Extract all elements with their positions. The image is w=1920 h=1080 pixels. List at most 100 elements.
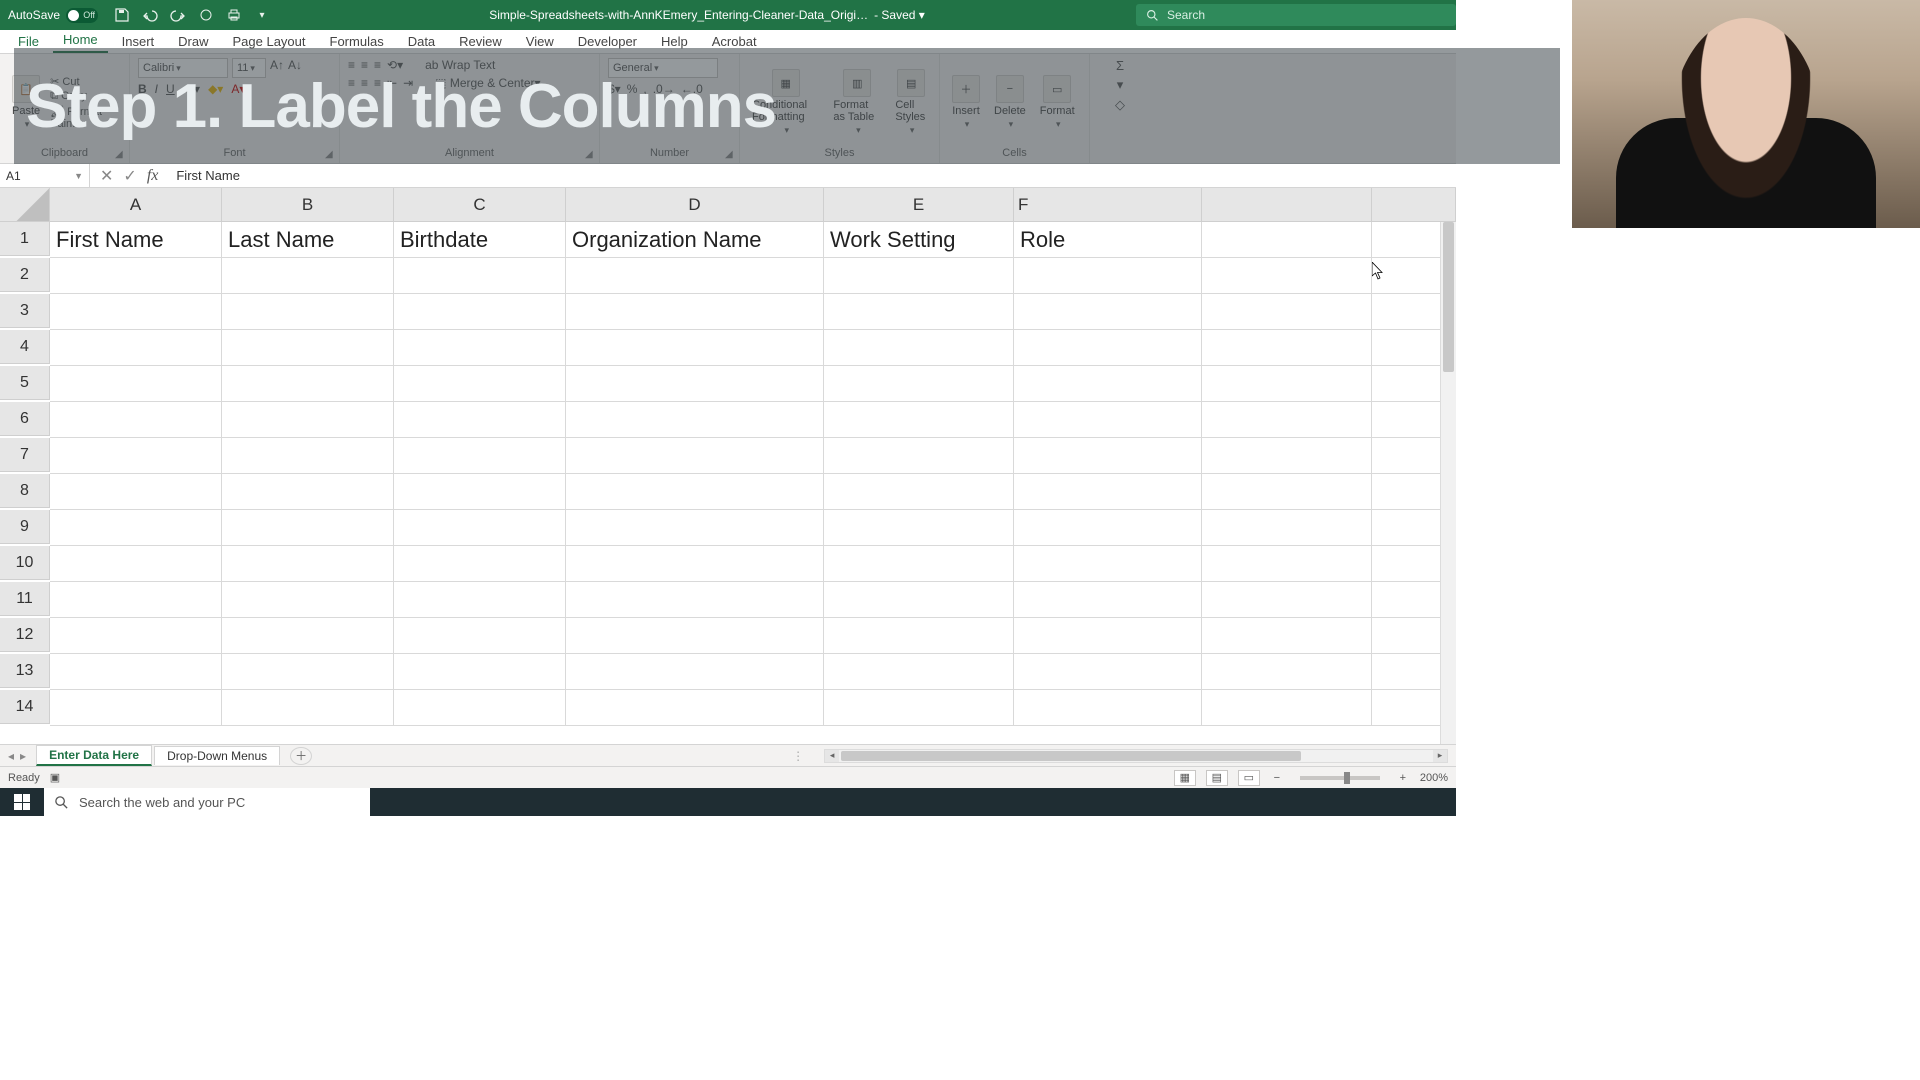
cell-F1[interactable]: Role [1014, 222, 1202, 258]
tab-data[interactable]: Data [398, 31, 445, 53]
tab-acrobat[interactable]: Acrobat [702, 31, 767, 53]
undo-icon[interactable] [142, 7, 158, 23]
cell-A9[interactable] [50, 510, 222, 546]
zoom-slider[interactable] [1300, 776, 1380, 780]
cell-E12[interactable] [824, 618, 1014, 654]
autosave-toggle[interactable]: AutoSave Off [0, 8, 106, 23]
fill-color-button[interactable]: ◆▾ [208, 82, 223, 96]
cell-C8[interactable] [394, 474, 566, 510]
cell-A6[interactable] [50, 402, 222, 438]
normal-view-button[interactable]: ▦ [1174, 770, 1196, 786]
cell-B7[interactable] [222, 438, 394, 474]
cell-A8[interactable] [50, 474, 222, 510]
cell-F5[interactable] [1014, 366, 1202, 402]
cell-E14[interactable] [824, 690, 1014, 726]
tab-developer[interactable]: Developer [568, 31, 647, 53]
sheet-nav-prev-icon[interactable]: ◂ [8, 749, 14, 763]
number-format-combo[interactable]: General▾ [608, 58, 718, 78]
cell-E1[interactable]: Work Setting [824, 222, 1014, 258]
tab-home[interactable]: Home [53, 29, 108, 53]
row-header-9[interactable]: 9 [0, 510, 50, 544]
cell-B8[interactable] [222, 474, 394, 510]
cell-F9[interactable] [1014, 510, 1202, 546]
row-header-5[interactable]: 5 [0, 366, 50, 400]
cell-D11[interactable] [566, 582, 824, 618]
cell-A7[interactable] [50, 438, 222, 474]
align-center-icon[interactable]: ≡ [361, 76, 368, 90]
cut-button[interactable]: ✂ Cut [50, 75, 121, 88]
cell-B9[interactable] [222, 510, 394, 546]
cell-B3[interactable] [222, 294, 394, 330]
cell-A5[interactable] [50, 366, 222, 402]
cell-C7[interactable] [394, 438, 566, 474]
align-left-icon[interactable]: ≡ [348, 76, 355, 90]
increase-font-icon[interactable]: A↑ [270, 58, 284, 78]
cell-D3[interactable] [566, 294, 824, 330]
font-size-combo[interactable]: 11▾ [232, 58, 266, 78]
tab-help[interactable]: Help [651, 31, 698, 53]
align-top-icon[interactable]: ≡ [348, 58, 355, 72]
column-header-E[interactable]: E [824, 188, 1014, 222]
decrease-font-icon[interactable]: A↓ [288, 58, 302, 78]
cell-B4[interactable] [222, 330, 394, 366]
macro-record-icon[interactable]: ▣ [50, 771, 60, 784]
cell-overflow-7[interactable] [1202, 438, 1372, 474]
column-header-D[interactable]: D [566, 188, 824, 222]
row-header-6[interactable]: 6 [0, 402, 50, 436]
row-header-14[interactable]: 14 [0, 690, 50, 724]
cell-F4[interactable] [1014, 330, 1202, 366]
row-header-2[interactable]: 2 [0, 258, 50, 292]
start-button[interactable] [0, 788, 44, 816]
saved-indicator[interactable]: - Saved ▾ [874, 8, 925, 22]
add-sheet-button[interactable]: ＋ [290, 747, 312, 765]
cell-F10[interactable] [1014, 546, 1202, 582]
cell-B6[interactable] [222, 402, 394, 438]
search-box[interactable]: Search [1136, 4, 1456, 26]
align-bottom-icon[interactable]: ≡ [374, 58, 381, 72]
cell-B5[interactable] [222, 366, 394, 402]
cell-overflow-5[interactable] [1202, 366, 1372, 402]
cell-overflow-14[interactable] [1202, 690, 1372, 726]
accounting-format-icon[interactable]: $▾ [608, 82, 621, 96]
comma-format-icon[interactable]: , [643, 82, 646, 96]
enter-formula-icon[interactable]: ✓ [123, 166, 136, 186]
formula-input[interactable]: First Name [168, 168, 1456, 183]
row-header-11[interactable]: 11 [0, 582, 50, 616]
cell-D12[interactable] [566, 618, 824, 654]
toggle-switch[interactable]: Off [66, 8, 98, 23]
split-handle-icon[interactable]: ⋮ [792, 749, 804, 763]
row-header-12[interactable]: 12 [0, 618, 50, 652]
format-as-table-button[interactable]: ▥Format as Table▾ [829, 67, 885, 138]
spreadsheet-grid[interactable]: ABCDEF1First NameLast NameBirthdateOrgan… [0, 188, 1456, 744]
print-icon[interactable] [226, 7, 242, 23]
cell-F14[interactable] [1014, 690, 1202, 726]
cell-A1[interactable]: First Name [50, 222, 222, 258]
cell-E4[interactable] [824, 330, 1014, 366]
wrap-text-button[interactable]: ab Wrap Text [425, 58, 495, 72]
redo-icon[interactable] [170, 7, 186, 23]
cell-A12[interactable] [50, 618, 222, 654]
row-header-13[interactable]: 13 [0, 654, 50, 688]
cell-overflow-4[interactable] [1202, 330, 1372, 366]
dialog-launcher-icon[interactable]: ◢ [115, 149, 127, 161]
align-right-icon[interactable]: ≡ [374, 76, 381, 90]
zoom-thumb[interactable] [1344, 772, 1350, 784]
horizontal-scrollbar[interactable]: ◂ ▸ [824, 749, 1448, 763]
cell-overflow-3[interactable] [1202, 294, 1372, 330]
bold-button[interactable]: B [138, 82, 147, 96]
cell-overflow-12[interactable] [1202, 618, 1372, 654]
format-painter-button[interactable]: 🖌 Format Painter [50, 105, 121, 130]
cell-F7[interactable] [1014, 438, 1202, 474]
cell-C5[interactable] [394, 366, 566, 402]
cell-C13[interactable] [394, 654, 566, 690]
zoom-out-button[interactable]: − [1270, 772, 1284, 784]
format-cells-button[interactable]: ▭Format▾ [1036, 73, 1079, 132]
cell-overflow-9[interactable] [1202, 510, 1372, 546]
cell-D14[interactable] [566, 690, 824, 726]
cell-overflow-11[interactable] [1202, 582, 1372, 618]
cell-A11[interactable] [50, 582, 222, 618]
tab-view[interactable]: View [516, 31, 564, 53]
sheet-nav-next-icon[interactable]: ▸ [20, 749, 26, 763]
cell-C4[interactable] [394, 330, 566, 366]
cell-E3[interactable] [824, 294, 1014, 330]
